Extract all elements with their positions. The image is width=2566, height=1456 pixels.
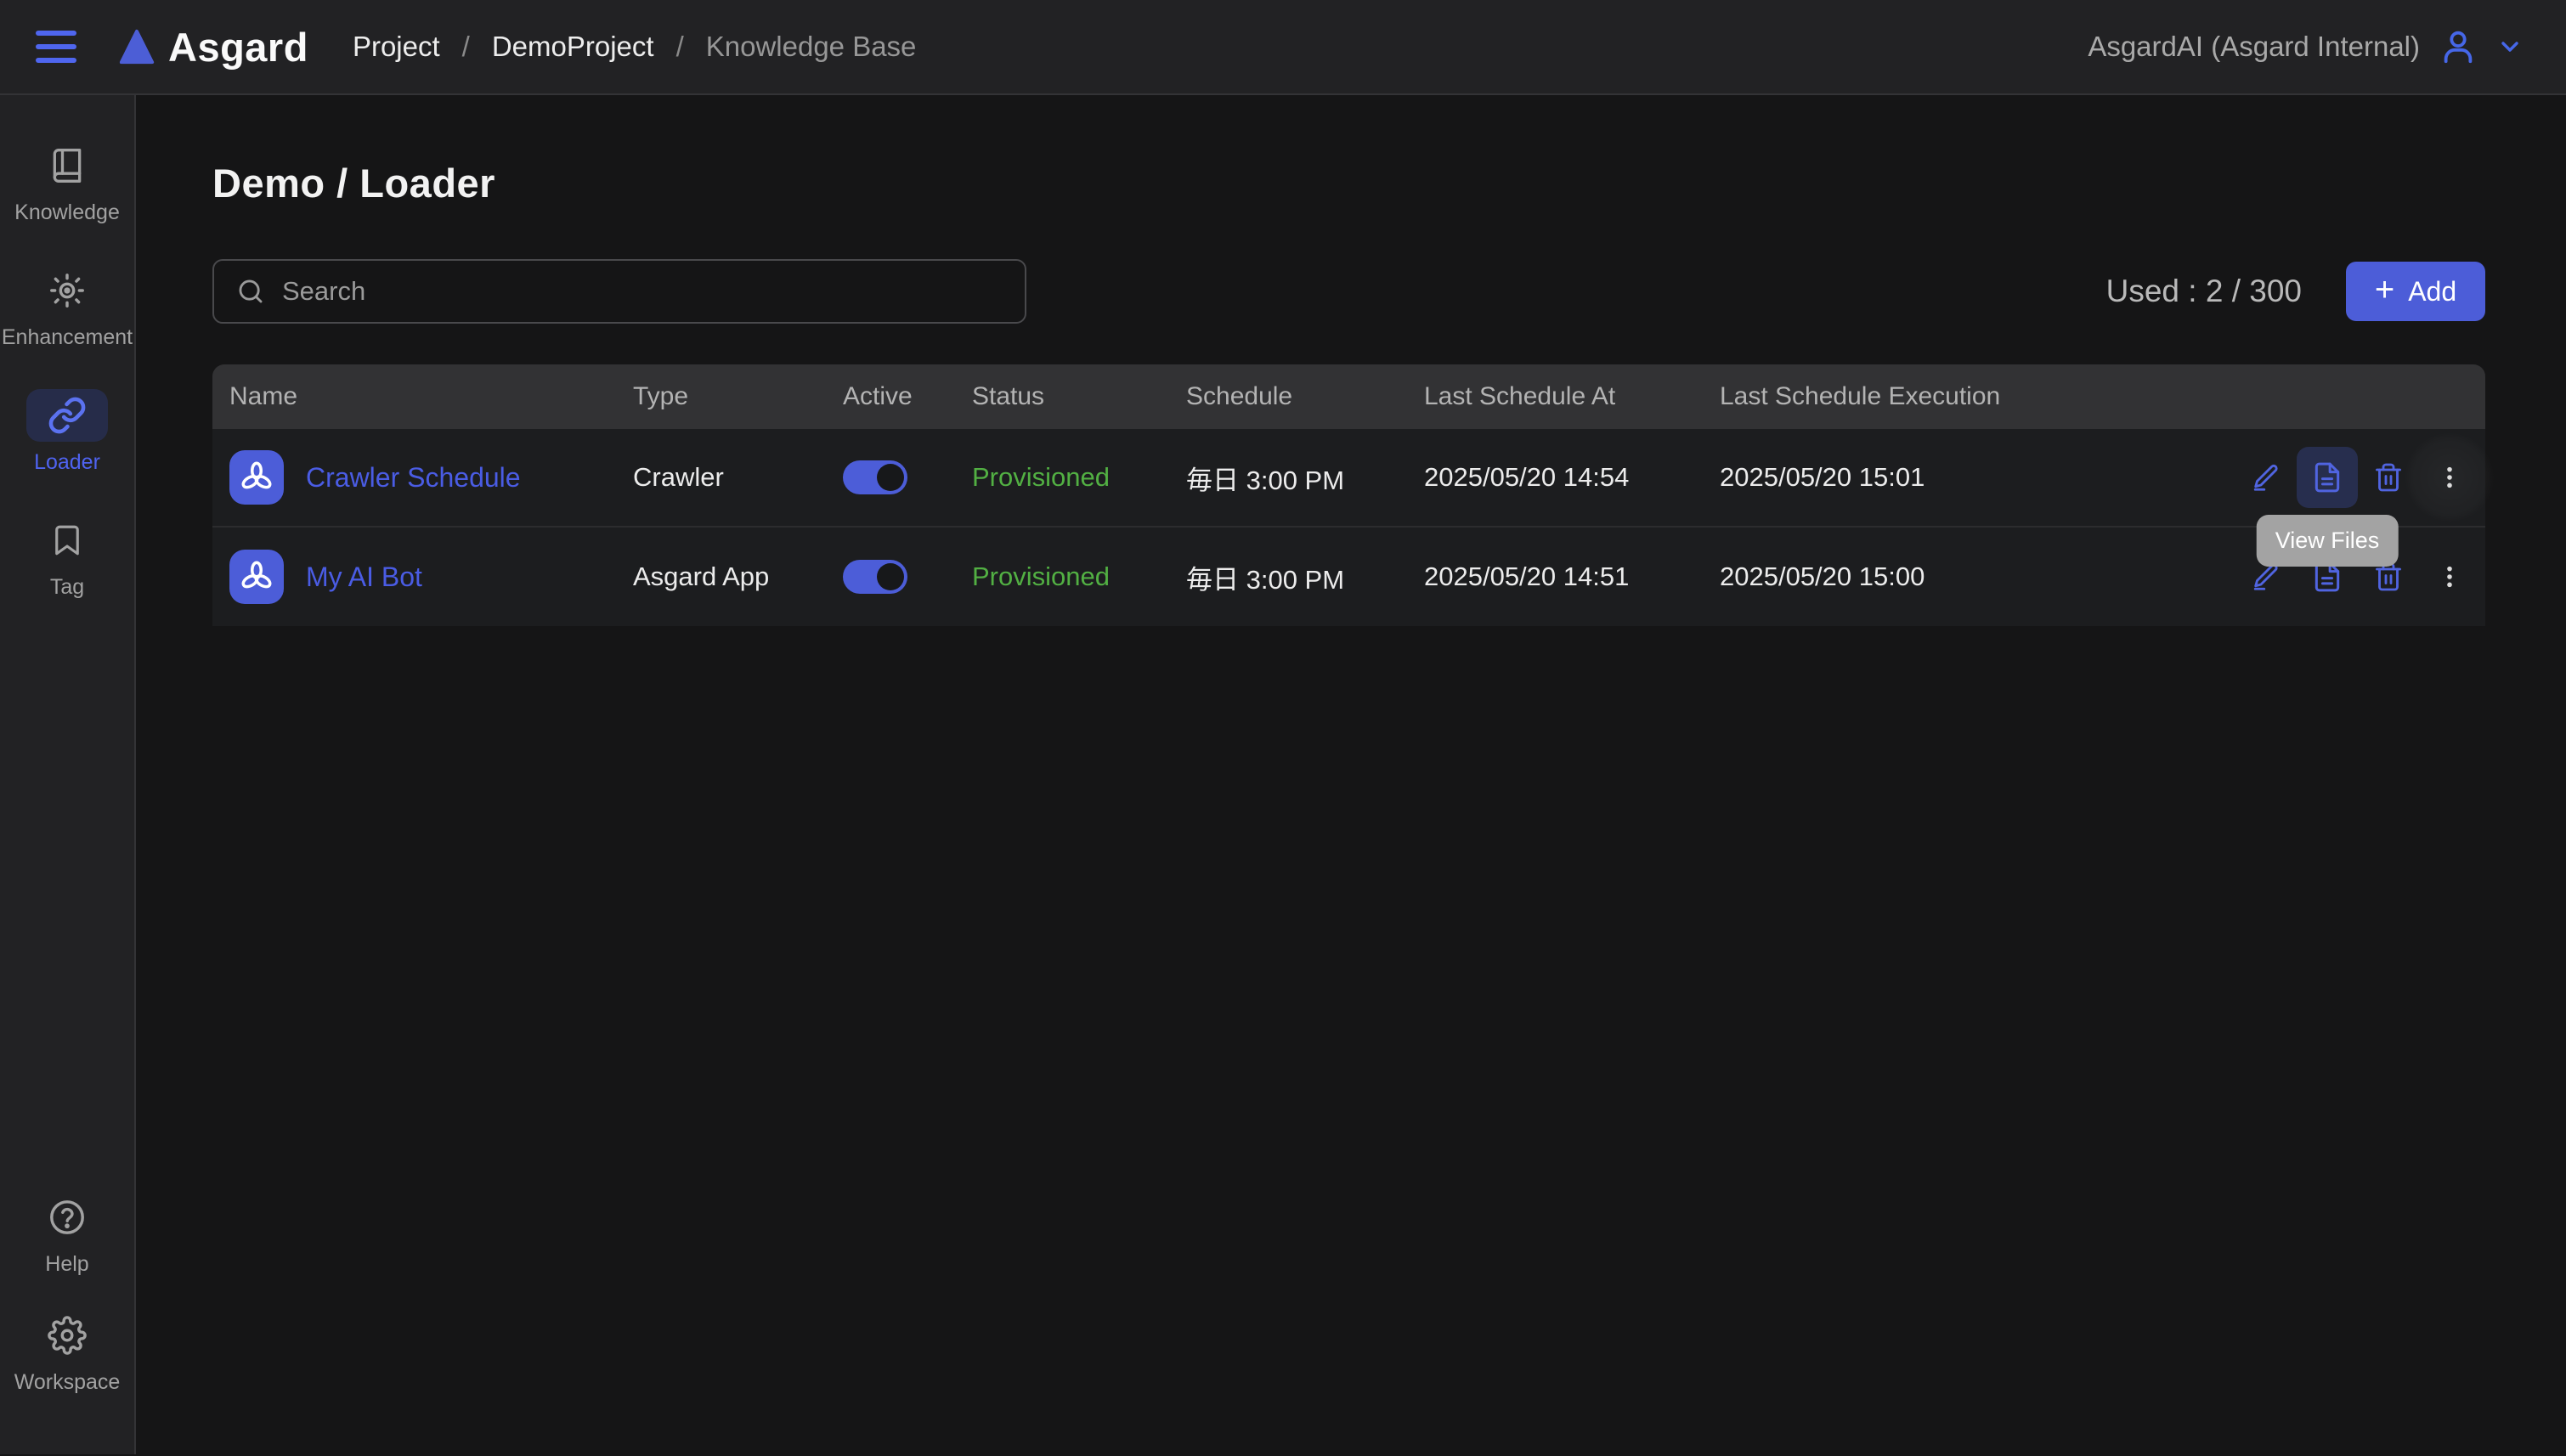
last-schedule-execution-value: 2025/05/20 15:01 bbox=[1720, 462, 2235, 493]
loader-app-tile bbox=[229, 450, 284, 505]
page-title: Demo / Loader bbox=[212, 160, 2566, 206]
trefoil-knot-icon bbox=[239, 559, 274, 595]
account-menu[interactable]: AsgardAI (Asgard Internal) bbox=[2088, 27, 2524, 66]
status-badge: Provisioned bbox=[972, 562, 1186, 592]
breadcrumb: Project / DemoProject / Knowledge Base bbox=[353, 31, 916, 63]
app-window: Asgard Project / DemoProject / Knowledge… bbox=[0, 0, 2566, 1456]
loader-name-link[interactable]: Crawler Schedule bbox=[306, 462, 521, 494]
sidebar-item-label: Tag bbox=[50, 575, 84, 600]
last-schedule-at-value: 2025/05/20 14:54 bbox=[1424, 462, 1720, 493]
edit-button[interactable] bbox=[2235, 447, 2297, 508]
view-files-button[interactable]: View Files bbox=[2297, 447, 2358, 508]
sidebar-item-help[interactable]: Help bbox=[14, 1191, 121, 1277]
account-label: AsgardAI (Asgard Internal) bbox=[2088, 31, 2420, 63]
sidebar-item-knowledge[interactable]: Knowledge bbox=[0, 139, 134, 225]
add-button[interactable]: + Add bbox=[2346, 262, 2485, 321]
sidebar: Knowledge Enhancement Loader bbox=[0, 95, 136, 1454]
trefoil-knot-icon bbox=[239, 460, 274, 495]
column-header-last-schedule-at: Last Schedule At bbox=[1424, 382, 1720, 411]
plus-icon: + bbox=[2375, 273, 2394, 307]
breadcrumb-demoproject[interactable]: DemoProject bbox=[492, 31, 654, 63]
breadcrumb-separator: / bbox=[462, 31, 470, 63]
kebab-menu-icon bbox=[2436, 563, 2463, 590]
sidebar-item-label: Loader bbox=[34, 450, 100, 475]
column-header-name: Name bbox=[212, 382, 633, 411]
search-input[interactable] bbox=[282, 276, 1003, 307]
more-actions-button[interactable] bbox=[2419, 447, 2480, 508]
user-icon bbox=[2439, 27, 2478, 66]
sidebar-item-workspace[interactable]: Workspace bbox=[14, 1309, 121, 1395]
active-toggle[interactable] bbox=[843, 460, 907, 494]
chevron-down-icon bbox=[2496, 33, 2524, 60]
sidebar-item-loader[interactable]: Loader bbox=[0, 389, 134, 475]
sidebar-item-label: Knowledge bbox=[14, 200, 120, 225]
schedule-value: 毎日 3:00 PM bbox=[1186, 558, 1424, 596]
book-icon bbox=[48, 147, 86, 184]
column-header-type: Type bbox=[633, 382, 843, 411]
search-box bbox=[212, 259, 1026, 324]
hamburger-menu-icon[interactable] bbox=[36, 31, 76, 63]
breadcrumb-knowledge-base: Knowledge Base bbox=[706, 31, 917, 63]
main-content: Demo / Loader Used : 2 / 300 + Add bbox=[136, 95, 2566, 1454]
triangle-logo-icon bbox=[117, 27, 156, 66]
sidebar-item-tag[interactable]: Tag bbox=[0, 514, 134, 600]
table-header-row: Name Type Active Status Schedule Last Sc… bbox=[212, 364, 2485, 429]
sidebar-item-enhancement[interactable]: Enhancement bbox=[0, 264, 134, 350]
logo-text: Asgard bbox=[168, 24, 308, 71]
loader-table: Name Type Active Status Schedule Last Sc… bbox=[212, 364, 2485, 626]
more-actions-button[interactable] bbox=[2419, 546, 2480, 607]
ripple-effect bbox=[2405, 433, 2494, 522]
bookmark-icon bbox=[49, 522, 85, 558]
last-schedule-execution-value: 2025/05/20 15:00 bbox=[1720, 562, 2235, 592]
column-header-schedule: Schedule bbox=[1186, 382, 1424, 411]
column-header-active: Active bbox=[843, 382, 972, 411]
loader-app-tile bbox=[229, 550, 284, 604]
sidebar-item-label: Enhancement bbox=[2, 325, 133, 350]
sun-icon bbox=[48, 271, 87, 310]
column-header-last-schedule-execution: Last Schedule Execution bbox=[1720, 382, 2235, 411]
file-text-icon bbox=[2311, 461, 2343, 494]
question-circle-icon bbox=[48, 1198, 87, 1237]
top-bar: Asgard Project / DemoProject / Knowledge… bbox=[0, 0, 2566, 95]
sidebar-item-label: Help bbox=[45, 1252, 88, 1277]
schedule-value: 毎日 3:00 PM bbox=[1186, 459, 1424, 497]
sidebar-item-label: Workspace bbox=[14, 1370, 121, 1395]
loader-type: Crawler bbox=[633, 462, 843, 493]
loader-name-link[interactable]: My AI Bot bbox=[306, 562, 422, 593]
table-row: My AI Bot Asgard App Provisioned 毎日 3:00… bbox=[212, 528, 2485, 626]
search-icon bbox=[236, 277, 265, 306]
breadcrumb-separator: / bbox=[676, 31, 684, 63]
active-toggle[interactable] bbox=[843, 560, 907, 594]
last-schedule-at-value: 2025/05/20 14:51 bbox=[1424, 562, 1720, 592]
usage-counter: Used : 2 / 300 bbox=[2106, 274, 2302, 309]
breadcrumb-project[interactable]: Project bbox=[353, 31, 440, 63]
status-badge: Provisioned bbox=[972, 462, 1186, 493]
loader-type: Asgard App bbox=[633, 562, 843, 592]
app-logo[interactable]: Asgard bbox=[117, 24, 308, 71]
table-row: Crawler Schedule Crawler Provisioned 毎日 … bbox=[212, 429, 2485, 528]
link-icon bbox=[48, 396, 87, 435]
gear-icon bbox=[48, 1316, 87, 1355]
column-header-status: Status bbox=[972, 382, 1186, 411]
trash-icon bbox=[2373, 462, 2404, 493]
pencil-icon bbox=[2251, 462, 2281, 493]
view-files-tooltip: View Files bbox=[2257, 515, 2399, 567]
add-button-label: Add bbox=[2408, 276, 2456, 308]
